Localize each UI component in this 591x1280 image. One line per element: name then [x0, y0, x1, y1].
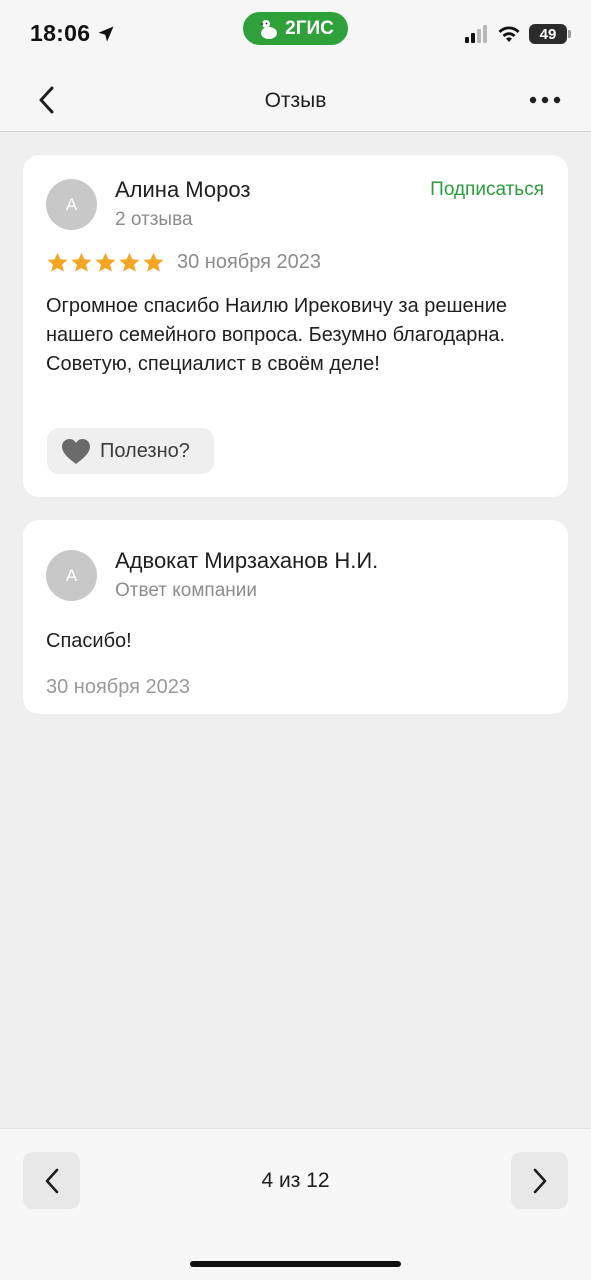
top-navigation-bar: Отзыв	[0, 70, 591, 132]
more-options-button[interactable]	[525, 84, 565, 116]
avatar[interactable]: А	[46, 550, 97, 601]
helpful-button[interactable]: Полезно?	[47, 428, 214, 474]
subscribe-button[interactable]: Подписаться	[430, 179, 544, 201]
goose-logo-icon	[260, 19, 278, 39]
rating-row: 30 ноября 2023	[46, 251, 321, 274]
cellular-signal-icon	[465, 25, 487, 43]
app-badge-label: 2ГИС	[285, 17, 334, 39]
home-indicator[interactable]	[190, 1261, 401, 1267]
battery-indicator: 49	[529, 24, 571, 44]
heart-icon	[62, 438, 90, 464]
helpful-label: Полезно?	[100, 439, 190, 462]
reply-text: Спасибо!	[46, 630, 132, 652]
status-indicators: 49	[465, 24, 571, 44]
star-icon	[143, 252, 164, 272]
battery-level: 49	[539, 25, 557, 43]
star-icon	[47, 252, 68, 272]
star-icon	[71, 252, 92, 272]
pager-counter: 4 из 12	[261, 1169, 330, 1192]
bottom-pager-bar: 4 из 12	[0, 1128, 591, 1280]
company-reply-card: А Адвокат Мирзаханов Н.И. Ответ компании…	[23, 520, 568, 714]
next-review-button[interactable]	[511, 1152, 568, 1209]
location-arrow-icon	[98, 26, 114, 41]
reply-subtitle: Ответ компании	[115, 580, 258, 601]
review-author-name[interactable]: Алина Мороз	[115, 177, 250, 203]
status-time-text: 18:06	[30, 20, 91, 46]
reply-date: 30 ноября 2023	[46, 676, 191, 698]
review-card: А Алина Мороз 2 отзыва Подписаться 30 но…	[23, 155, 568, 497]
avatar[interactable]: А	[46, 179, 97, 230]
app-badge[interactable]: 2ГИС	[243, 12, 348, 45]
star-icon	[119, 252, 140, 272]
review-date: 30 ноября 2023	[177, 251, 322, 273]
star-icon	[95, 252, 116, 272]
page-title: Отзыв	[264, 89, 327, 112]
star-rating	[46, 251, 165, 274]
status-time: 18:06	[30, 20, 116, 47]
ellipsis-icon	[529, 96, 561, 104]
reply-author-name[interactable]: Адвокат Мирзаханов Н.И.	[115, 548, 378, 574]
review-author-count: 2 отзыва	[115, 209, 193, 230]
status-bar: 18:06 2ГИС 49	[0, 0, 591, 70]
chevron-right-icon	[533, 1168, 546, 1193]
review-text: Огромное спасибо Наилю Ирековичу за реше…	[46, 295, 508, 375]
wifi-icon	[498, 26, 520, 42]
